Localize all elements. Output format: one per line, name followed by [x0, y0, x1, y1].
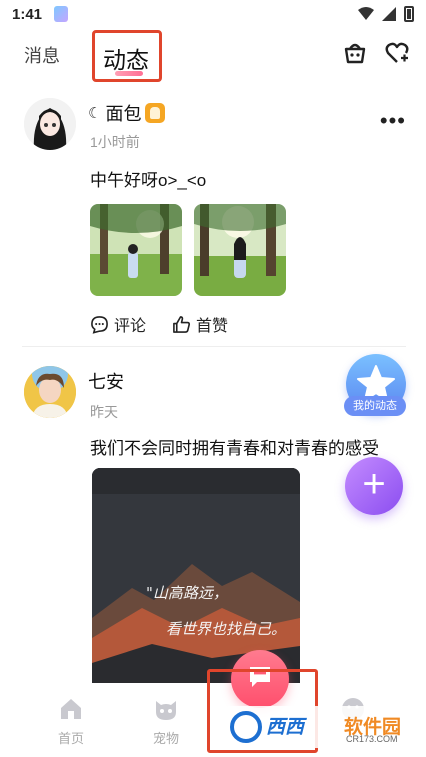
watermark-logo-icon — [230, 711, 262, 743]
author-row: ☾ 面包 — [88, 100, 166, 126]
watermark: 西西 软件园 CR173.COM — [226, 706, 408, 748]
like-label: 首赞 — [196, 318, 229, 335]
post-text: 中午好呀o>_<o — [90, 171, 207, 190]
watermark-url: CR173.COM — [346, 734, 398, 744]
post-actions: 评论 首赞 — [90, 312, 228, 336]
author-name[interactable]: 七安 — [88, 368, 124, 394]
add-post-button[interactable]: + — [345, 457, 403, 515]
tab-indicator — [115, 71, 143, 76]
avatar-illustration — [24, 366, 76, 418]
shop-basket-icon[interactable] — [342, 40, 368, 66]
avatar[interactable] — [24, 98, 76, 150]
signal-icon — [382, 7, 396, 21]
tab-dynamic-label: 动态 — [103, 47, 149, 73]
more-options-icon[interactable]: ••• — [380, 108, 406, 134]
like-button[interactable]: 首赞 — [172, 312, 228, 336]
post-photo[interactable] — [90, 204, 182, 296]
moon-icon: ☾ — [88, 105, 102, 122]
cat-face-icon — [156, 701, 176, 720]
heart-plus-icon[interactable] — [384, 40, 410, 66]
app-notification-icon — [54, 6, 68, 22]
post-time: 1小时前 — [90, 134, 140, 150]
forest-photo-image — [90, 204, 182, 296]
comment-label: 评论 — [114, 318, 147, 335]
battery-icon — [404, 6, 414, 22]
avatar-illustration — [24, 98, 76, 150]
post-text: 我们不会同时拥有青春和对青春的感受 — [90, 439, 379, 458]
author-name[interactable]: 面包 — [105, 100, 141, 126]
top-header: 消息 动态 — [0, 28, 426, 88]
my-dynamic-button[interactable]: 我的动态 — [344, 354, 406, 418]
tab-dynamic[interactable]: 动态 — [92, 30, 162, 82]
nav-pet-label: 宠物 — [152, 731, 179, 746]
divider — [22, 346, 406, 347]
tab-messages[interactable]: 消息 — [24, 42, 60, 68]
image-caption-line1: "山高路远， — [146, 584, 228, 602]
status-bar: 1:41 — [0, 0, 426, 30]
watermark-brand: 西西 — [266, 717, 305, 738]
home-icon — [61, 699, 81, 719]
thumbs-up-icon — [173, 315, 191, 333]
post-time: 昨天 — [90, 404, 118, 420]
nav-pet[interactable]: 宠物 — [131, 696, 201, 747]
my-dynamic-label: 我的动态 — [344, 396, 406, 416]
forest-photo-image — [194, 204, 286, 296]
comment-icon — [91, 315, 108, 334]
author-row: 七安 — [88, 368, 124, 394]
status-time: 1:41 — [12, 6, 43, 23]
avatar[interactable] — [24, 366, 76, 418]
status-icons — [358, 6, 414, 22]
image-caption-line2: 看世界也找自己。 — [166, 620, 286, 638]
nav-home-label: 首页 — [57, 731, 84, 746]
comment-button[interactable]: 评论 — [90, 312, 146, 336]
nav-home[interactable]: 首页 — [36, 696, 106, 747]
post-photo[interactable] — [194, 204, 286, 296]
post-card[interactable]: ☾ 面包 1小时前 ••• 中午好呀o>_<o 评论 首赞 — [0, 92, 426, 347]
bread-badge-icon — [145, 103, 166, 123]
wifi-icon — [358, 7, 374, 20]
